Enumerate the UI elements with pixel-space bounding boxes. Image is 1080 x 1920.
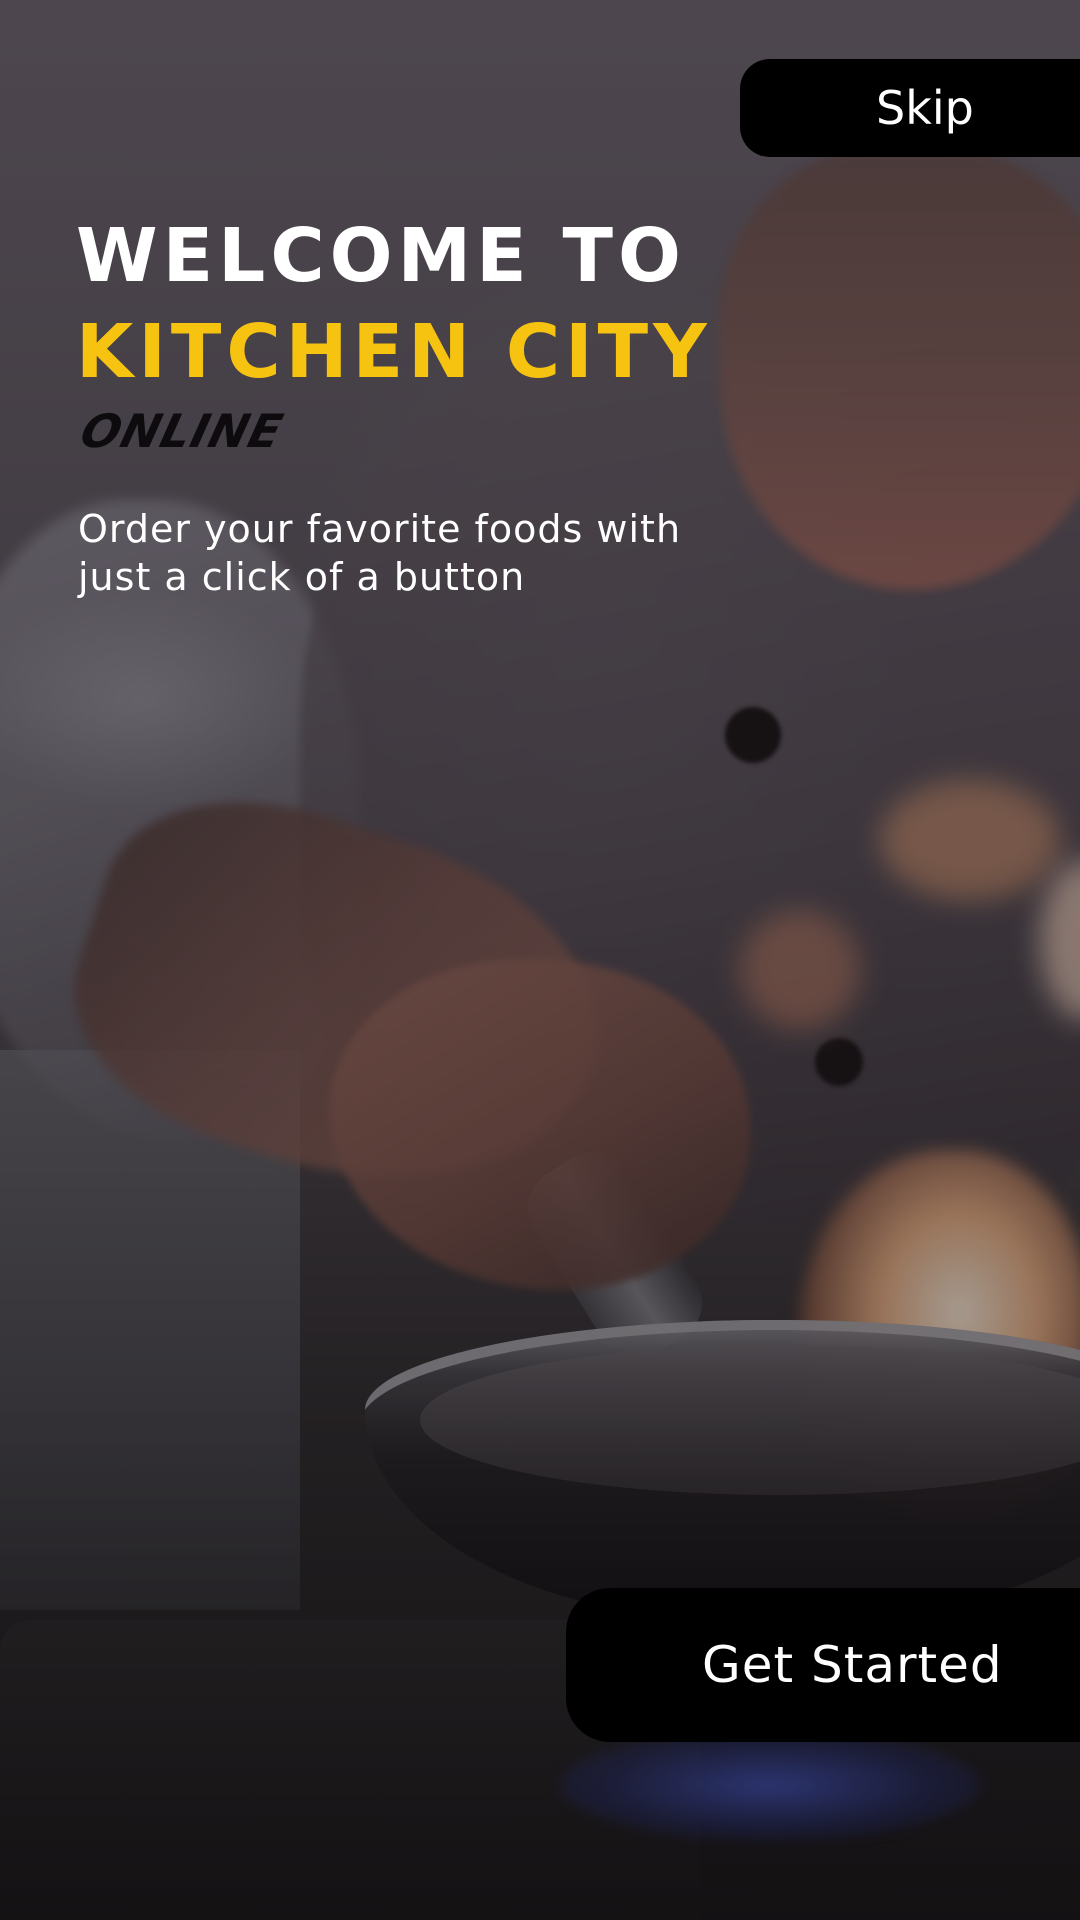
subtitle-line: just a click of a button xyxy=(78,555,526,599)
headline-line-brand: KITCHEN CITY xyxy=(76,309,712,395)
skip-button[interactable]: Skip xyxy=(740,59,1080,157)
welcome-headline: WELCOME TO KITCHEN CITY xyxy=(76,208,712,400)
subtitle-text: Order your favorite foods with just a cl… xyxy=(78,505,778,601)
get-started-button[interactable]: Get Started xyxy=(566,1588,1080,1742)
online-tagline: ONLINE xyxy=(75,404,289,458)
headline-line-welcome: WELCOME TO xyxy=(76,213,686,299)
subtitle-line: Order your favorite foods with xyxy=(78,507,682,551)
onboarding-screen: Skip WELCOME TO KITCHEN CITY ONLINE Orde… xyxy=(0,0,1080,1920)
